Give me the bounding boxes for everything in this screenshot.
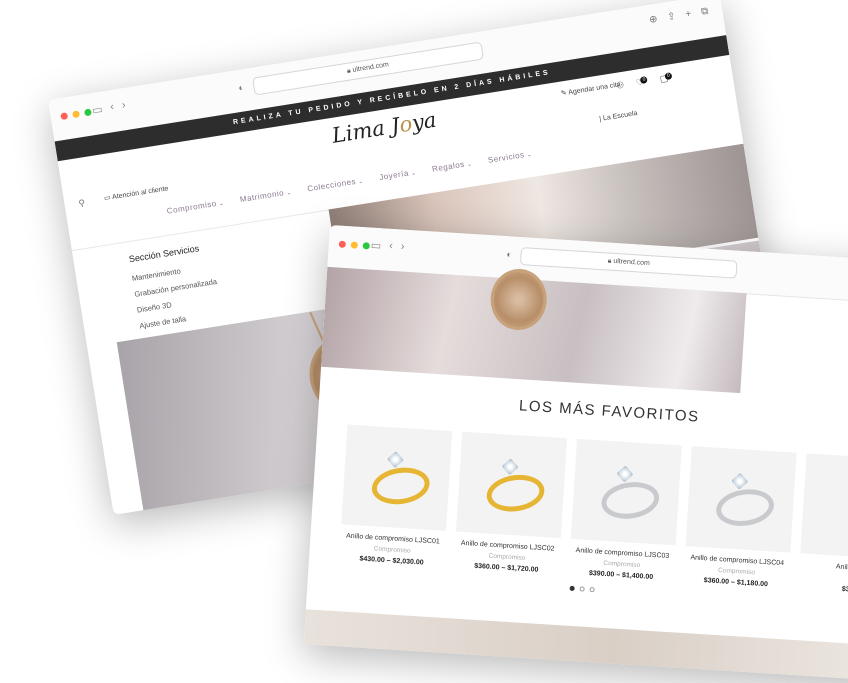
product-price: $390.00 – $1,400.00 — [588, 569, 654, 581]
privacy-shield-icon: ◐ — [237, 82, 245, 93]
nav-joyeria[interactable]: Joyería — [379, 167, 417, 183]
favorites-section-title: LOS MÁS FAVORITOS — [518, 397, 701, 426]
close-window-button-front[interactable] — [338, 240, 347, 249]
diamond-icon — [501, 458, 519, 476]
logo-text-2: ya — [410, 107, 438, 136]
ring-icon — [713, 485, 777, 530]
nav-servicios[interactable]: Servicios — [487, 149, 533, 165]
product-price: $360.00 – $1,180.00 — [703, 577, 769, 589]
address-bar-front[interactable]: 🔒︎ ultrend.com — [519, 247, 738, 279]
search-icon[interactable]: ⚲ — [78, 198, 86, 210]
minimize-window-button-front[interactable] — [350, 241, 359, 249]
carousel-pagination — [569, 585, 595, 593]
product-card[interactable]: Anillo de compromiso LJSC04 Compromiso $… — [683, 446, 797, 589]
product-image[interactable] — [456, 431, 568, 539]
ring-icon — [598, 478, 662, 523]
carousel-dot-2[interactable] — [579, 586, 585, 592]
privacy-shield-icon-front: ◐ — [506, 249, 513, 260]
diamond-icon — [616, 465, 634, 483]
diamond-icon — [731, 472, 749, 490]
carousel-dot-3[interactable] — [589, 587, 595, 593]
customer-service-label: Atención al cliente — [111, 185, 169, 202]
product-price: $360.00 – $1,720.00 — [474, 562, 539, 574]
product-image[interactable] — [570, 438, 682, 546]
minimize-window-button[interactable] — [72, 110, 81, 119]
cart-count-badge: 0 — [664, 72, 673, 81]
ring-icon — [484, 471, 547, 516]
maximize-window-button-front[interactable] — [362, 242, 370, 250]
window-controls-front — [338, 240, 370, 250]
product-card[interactable]: Anillo de compromiso LJSC03 Compromiso $… — [568, 438, 682, 582]
url-text: ultrend.com — [352, 61, 390, 74]
next-section-photo — [303, 609, 848, 683]
appointment-label: Agendar una cita — [567, 81, 622, 97]
cart-icon[interactable]: ▢0 — [659, 72, 673, 85]
product-image[interactable] — [341, 424, 453, 531]
maximize-window-button[interactable] — [83, 108, 92, 117]
logo-text-1: Lima J — [330, 113, 402, 148]
forward-icon[interactable]: › — [121, 99, 127, 112]
product-card[interactable]: Anillo de compromiso LJSC01 Compromiso $… — [339, 424, 453, 567]
product-image[interactable] — [685, 446, 797, 553]
back-icon-front[interactable]: ‹ — [389, 240, 393, 253]
front-browser-window: ▭ ‹ › ◐ 🔒︎ ultrend.com LOS MÁS FAVORITOS… — [303, 225, 848, 683]
download-icon[interactable]: ⊕ — [648, 14, 658, 26]
wishlist-icon[interactable]: ♡0 — [635, 75, 649, 89]
nav-colecciones[interactable]: Colecciones — [307, 176, 364, 194]
back-icon[interactable]: ‹ — [109, 101, 115, 114]
nav-matrimonio[interactable]: Matrimonio — [239, 187, 292, 204]
product-card[interactable]: Anillo de compromiso LJSC02 Compromiso $… — [454, 431, 568, 575]
tabs-overview-icon[interactable]: ⧉ — [700, 6, 709, 18]
product-image[interactable] — [800, 453, 848, 560]
product-price: $430.00 – $2,030.00 — [359, 555, 424, 567]
product-card[interactable]: Anillo de c C $350. — [798, 453, 848, 596]
ring-icon — [369, 463, 433, 509]
customer-service-link[interactable]: ▭ Atención al cliente — [103, 184, 169, 202]
product-price: $350. — [841, 585, 848, 594]
carousel-dot-1[interactable] — [569, 585, 575, 592]
new-tab-icon[interactable]: + — [685, 8, 692, 20]
appointment-link[interactable]: ✎ Agendar una cita — [560, 80, 621, 97]
share-icon[interactable]: ⇪ — [666, 11, 676, 23]
forward-icon-front[interactable]: › — [400, 241, 404, 254]
nav-regalos[interactable]: Regalos — [431, 158, 472, 174]
window-controls — [60, 108, 92, 121]
nav-compromiso[interactable]: Compromiso — [166, 198, 225, 216]
sidebar-toggle-icon-front[interactable]: ▭ — [370, 239, 381, 253]
wishlist-count-badge: 0 — [640, 75, 649, 84]
url-text-front: ultrend.com — [613, 257, 651, 268]
sidebar-toggle-icon[interactable]: ▭ — [91, 103, 103, 117]
school-link[interactable]: | La Escuela — [599, 110, 638, 123]
diamond-icon — [386, 451, 404, 469]
close-window-button[interactable] — [60, 112, 69, 121]
account-icon[interactable]: ⚇ — [615, 80, 625, 92]
